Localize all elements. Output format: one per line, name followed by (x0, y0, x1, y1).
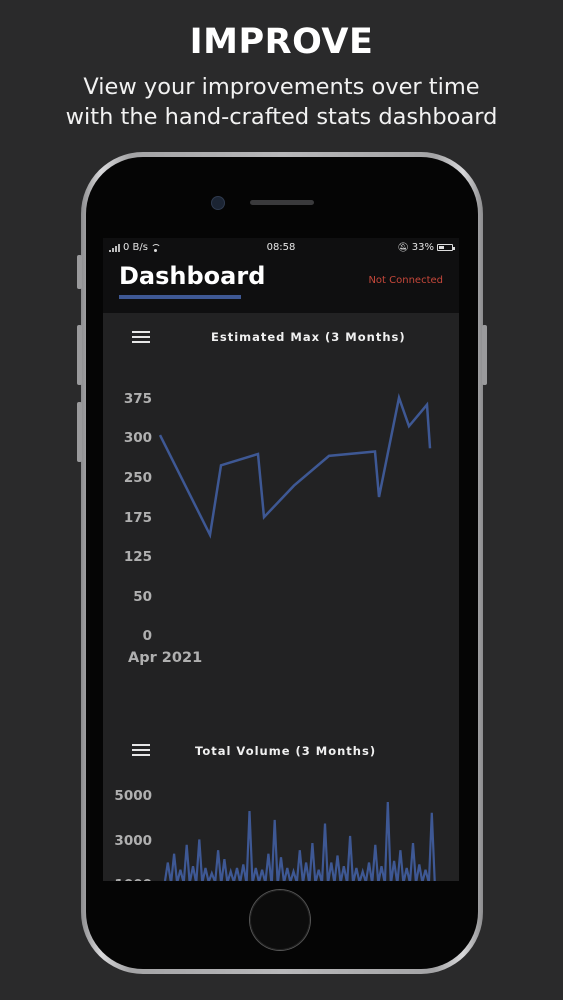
y-tick-label: 175 (124, 510, 152, 526)
total-volume-menu-button[interactable] (132, 743, 150, 757)
front-camera (211, 196, 225, 210)
y-tick-label: 1000 (114, 877, 152, 881)
y-tick-label: 125 (124, 549, 152, 565)
promo-subline-1: View your improvements over time (83, 74, 480, 100)
estimated-max-series-line (158, 393, 432, 539)
x-tick-label: Apr 2021 (128, 650, 202, 666)
estimated-max-chart: 375 300 250 175 125 50 0 Apr 2021 (124, 391, 432, 666)
total-volume-series-line (163, 802, 436, 881)
y-tick-label: 0 (143, 628, 152, 644)
earpiece-speaker (250, 200, 314, 205)
promo-headline: IMPROVE (189, 22, 374, 62)
estimated-max-menu-button[interactable] (132, 330, 150, 344)
y-tick-label: 375 (124, 391, 152, 407)
total-volume-chart: 5000 3000 1000 (114, 788, 436, 881)
y-tick-label: 50 (133, 589, 152, 605)
home-button (250, 890, 310, 950)
promo-subline-2: with the hand-crafted stats dashboard (65, 104, 498, 130)
power-button (482, 325, 487, 385)
volume-down-button (77, 402, 82, 462)
silent-switch (77, 255, 82, 289)
y-tick-label: 300 (124, 430, 152, 446)
estimated-max-title: Estimated Max (3 Months) (211, 330, 406, 344)
volume-up-button (77, 325, 82, 385)
total-volume-title: Total Volume (3 Months) (195, 744, 377, 758)
y-tick-label: 250 (124, 470, 152, 486)
y-tick-label: 5000 (114, 788, 152, 804)
y-tick-label: 3000 (114, 833, 152, 849)
